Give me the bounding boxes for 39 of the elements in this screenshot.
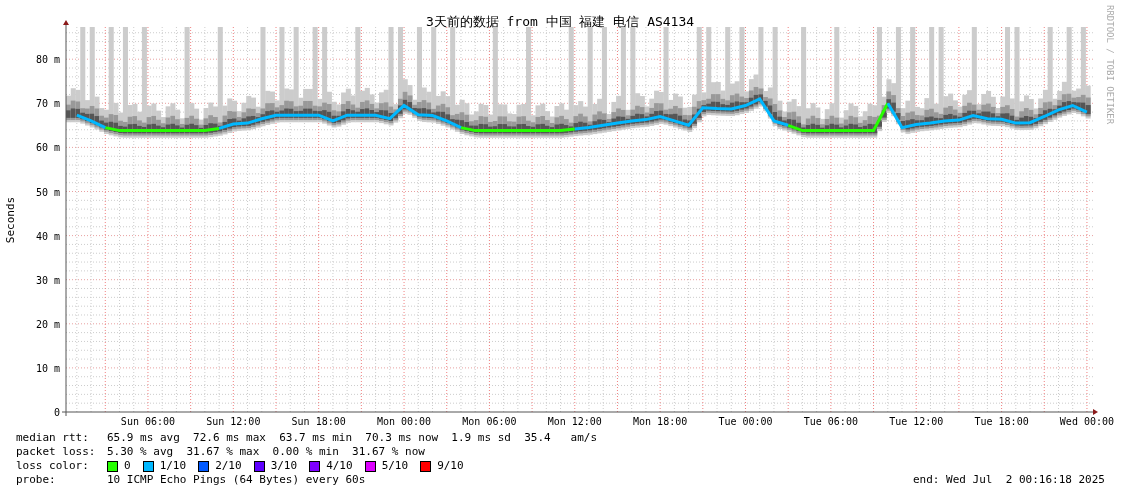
tick-label: Tue 18:00 [974, 416, 1029, 427]
tick-label: 50 m [35, 186, 60, 198]
tick-label: 60 m [35, 142, 60, 154]
tick-label: 40 m [35, 230, 60, 242]
tick-label: 20 m [35, 318, 60, 330]
tick-label: Mon 18:00 [633, 416, 688, 427]
probe-text: 10 ICMP Echo Pings (64 Bytes) every 60s [107, 473, 366, 487]
tick-label: Wed 00:00 [1059, 416, 1115, 427]
tick-label: 10 m [35, 362, 60, 374]
legend-item: 2/10 [215, 459, 242, 473]
stats-text: 5.30 % avg 31.67 % max 0.00 % min 31.67 % now [107, 445, 425, 459]
tick-label: Mon 12:00 [547, 416, 602, 427]
end-time: end: Wed Jul 2 00:16:18 2025 [912, 473, 1105, 487]
chart-title: 3天前的数据 from 中国 福建 电信 AS4134 [425, 14, 695, 29]
tick-label: Mon 06:00 [462, 416, 517, 427]
tick-label: Sun 06:00 [120, 416, 176, 427]
legend-label: median rtt: [16, 431, 90, 445]
legend-label: loss color: [16, 459, 90, 473]
legend-item: 5/10 [381, 459, 409, 473]
tick-label: 80 m [35, 54, 60, 66]
watermark-text: RRDTOOL / TOBI OETIKER [1105, 5, 1115, 125]
legend-label: packet loss: [16, 445, 97, 459]
stats-text: 65.9 ms avg 72.6 ms max 63.7 ms min 70.3 ms now 1.9 ms sd 35.4 am/s [107, 431, 598, 445]
tick-label: Tue 00:00 [718, 416, 773, 427]
legend-item: 0 [124, 459, 131, 473]
tick-label: Tue 06:00 [803, 416, 858, 427]
tick-label: Sun 12:00 [206, 416, 261, 427]
legend-item: 4/10 [326, 459, 353, 473]
legend-item: 1/10 [159, 459, 187, 473]
axis-label: Seconds [4, 196, 17, 244]
tick-label: Sun 18:00 [291, 416, 346, 427]
tick-label: 70 m [35, 98, 60, 110]
tick-label: 0 [53, 407, 60, 418]
legend-item: 3/10 [270, 459, 298, 473]
legend-label: probe: [16, 473, 57, 487]
tick-label: Mon 00:00 [376, 416, 432, 427]
tick-label: Tue 12:00 [889, 416, 944, 427]
tick-label: 30 m [35, 274, 60, 286]
legend-item: 9/10 [437, 459, 464, 473]
